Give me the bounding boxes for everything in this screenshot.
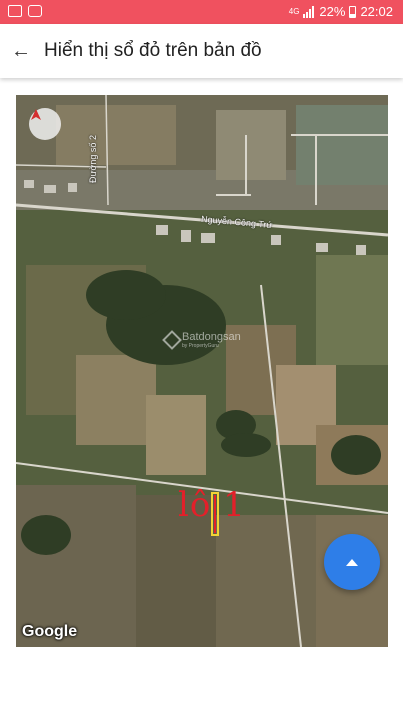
network-type: 4G [288,6,300,16]
gallery-icon [8,5,22,17]
road-label-duong-so-2: Đường số 2 [88,135,98,183]
back-arrow-icon[interactable]: ← [4,34,38,68]
chevron-up-icon [346,558,358,566]
signal-icon [303,5,315,18]
status-bar: 4G 22% 22:02 [0,0,403,24]
lot-label: lô 1 [178,485,246,525]
batdongsan-watermark: Batdongsan by PropertyGuru [162,330,241,350]
chat-icon [28,5,42,17]
batdongsan-logo-icon [162,330,182,350]
scroll-up-button[interactable] [324,534,380,590]
compass-icon[interactable] [29,108,61,140]
google-attribution: Google [22,623,78,640]
app-bar: ← Hiển thị sổ đỏ trên bản đồ [0,24,403,78]
page-title: Hiển thị sổ đỏ trên bản đồ [44,40,262,61]
clock: 22:02 [360,4,393,19]
battery-percent: 22% [319,4,346,19]
battery-icon [349,5,357,18]
